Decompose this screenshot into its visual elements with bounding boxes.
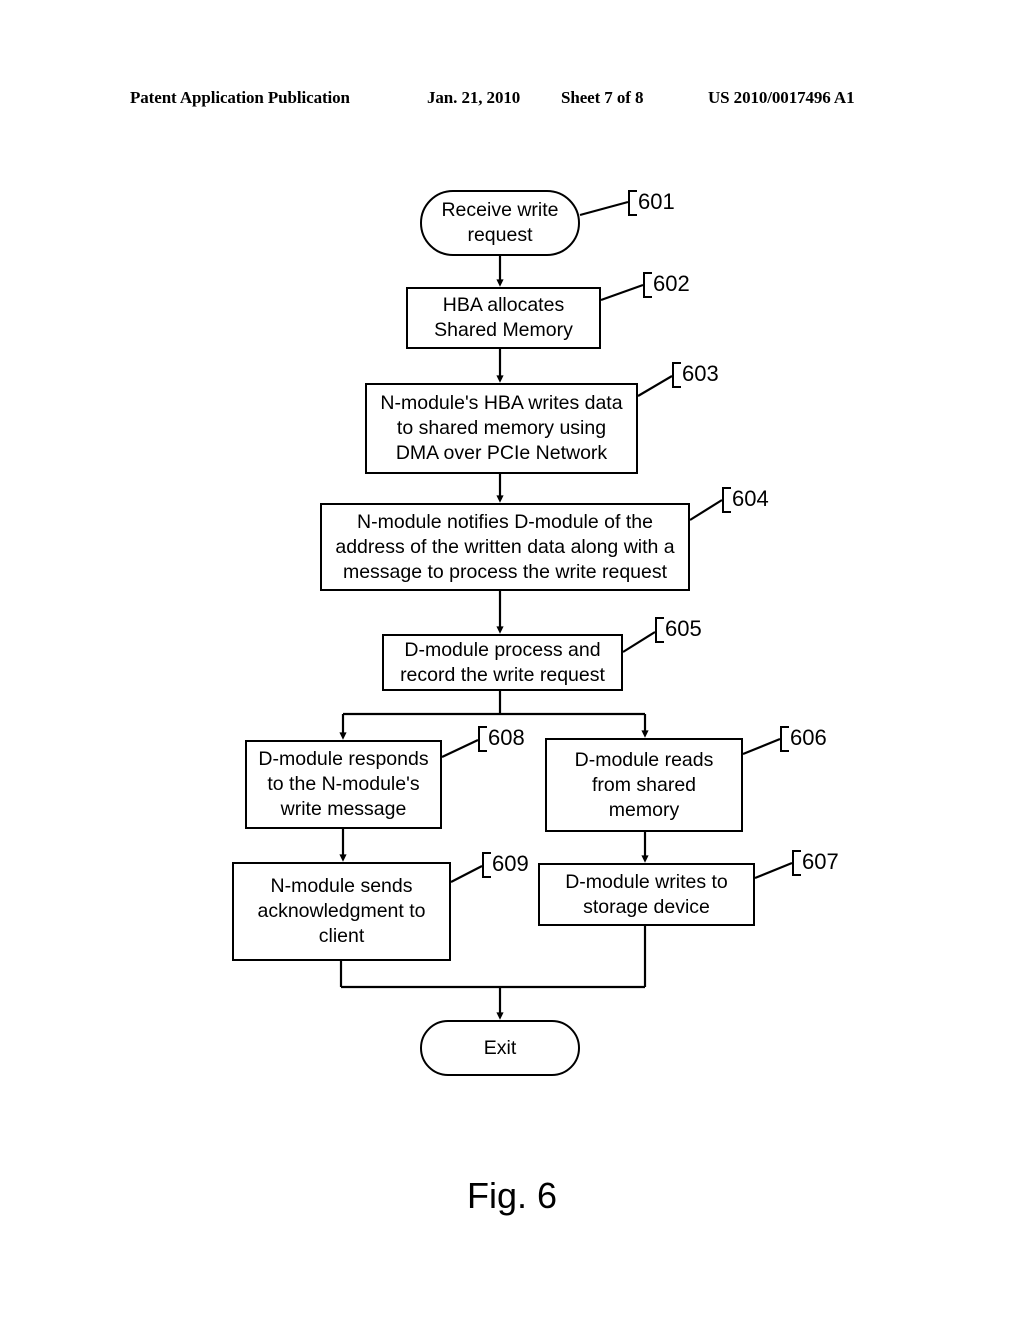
flow-node-exit[interactable]: Exit <box>420 1020 580 1076</box>
flow-node-609[interactable]: N-module sends acknowledgment to client <box>232 862 451 961</box>
flow-node-608[interactable]: D-module responds to the N-module's writ… <box>245 740 442 829</box>
figure-caption: Fig. 6 <box>466 1175 558 1216</box>
reference-number-601: 601 <box>628 190 675 216</box>
leader-601 <box>579 200 629 217</box>
reference-number-605: 605 <box>655 617 702 643</box>
reference-number-602: 602 <box>643 272 690 298</box>
reference-bracket-icon <box>780 726 789 752</box>
reference-bracket-icon <box>655 617 664 643</box>
leader-606 <box>742 737 781 756</box>
reference-number-606: 606 <box>780 726 827 752</box>
leader-607 <box>754 861 793 880</box>
reference-bracket-icon <box>792 850 801 876</box>
reference-bracket-icon <box>628 190 637 216</box>
leader-608 <box>441 739 479 758</box>
leader-604 <box>689 499 723 521</box>
flow-node-601[interactable]: Receive write request <box>420 190 580 256</box>
reference-number-607: 607 <box>792 850 839 876</box>
flow-node-606[interactable]: D-module reads from shared memory <box>545 738 743 832</box>
reference-bracket-icon <box>722 487 731 513</box>
reference-number-604: 604 <box>722 487 769 513</box>
flow-node-602[interactable]: HBA allocates Shared Memory <box>406 287 601 349</box>
reference-bracket-icon <box>478 726 487 752</box>
leader-602 <box>600 283 644 302</box>
leader-609 <box>450 865 483 883</box>
reference-number-603: 603 <box>672 362 719 388</box>
reference-number-608: 608 <box>478 726 525 752</box>
flow-node-605[interactable]: D-module process and record the write re… <box>382 634 623 691</box>
flowchart-figure: Receive write request HBA allocates Shar… <box>0 0 1024 1320</box>
flow-node-607[interactable]: D-module writes to storage device <box>538 863 755 926</box>
leader-605 <box>622 631 656 653</box>
flow-node-603[interactable]: N-module's HBA writes data to shared mem… <box>365 383 638 474</box>
reference-bracket-icon <box>482 852 491 878</box>
reference-bracket-icon <box>672 362 681 388</box>
leader-603 <box>637 375 673 397</box>
flow-node-604[interactable]: N-module notifies D-module of the addres… <box>320 503 690 591</box>
reference-number-609: 609 <box>482 852 529 878</box>
reference-bracket-icon <box>643 272 652 298</box>
